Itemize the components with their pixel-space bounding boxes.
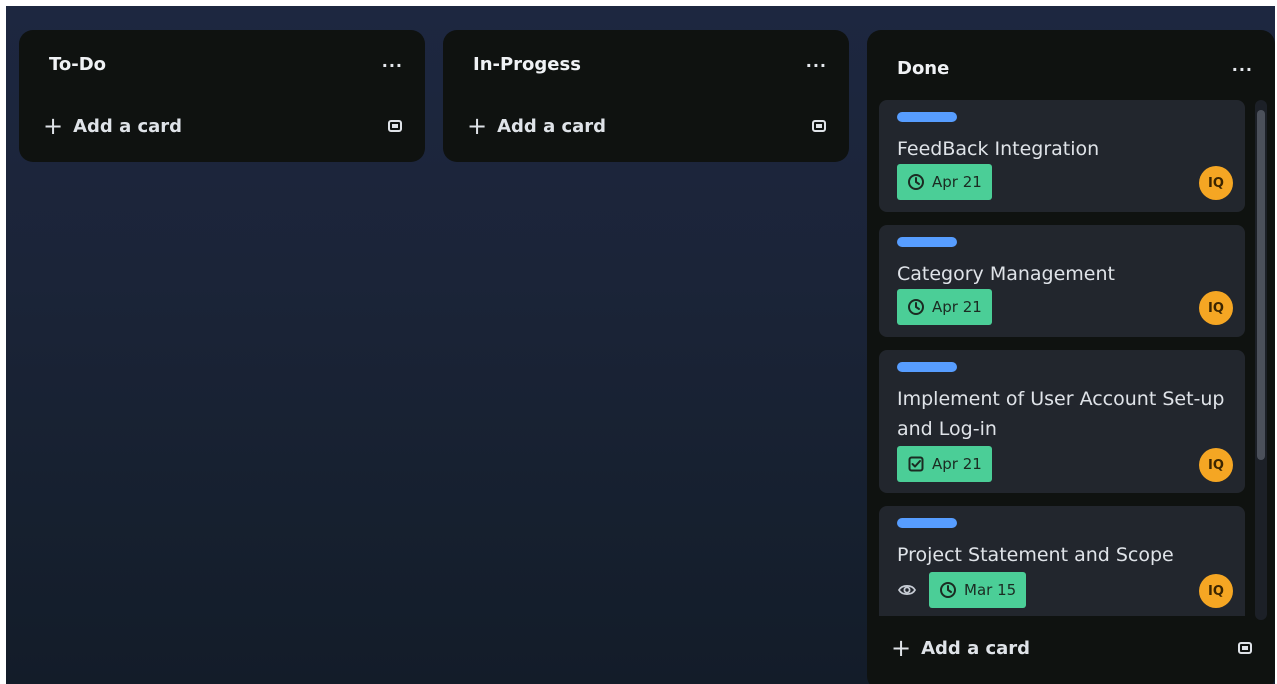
add-card-button[interactable]: + Add a card [43,114,182,138]
card-label[interactable] [897,362,957,372]
scrollbar-thumb[interactable] [1257,110,1265,460]
due-date-text: Apr 21 [932,173,982,191]
card[interactable]: FeedBack Integration Apr 21 IQ [879,100,1245,212]
checkbox-icon [908,456,924,472]
avatar[interactable]: IQ [1199,291,1233,325]
add-card-label: Add a card [921,637,1031,659]
plus-icon: + [43,112,64,140]
clock-icon [908,299,924,315]
due-date-text: Apr 21 [932,298,982,316]
due-date-badge[interactable]: Apr 21 [897,289,992,325]
clock-icon [908,174,924,190]
due-date-text: Mar 15 [964,581,1017,599]
plus-icon: + [891,634,912,662]
card-title: Implement of User Account Set-up and Log… [897,388,1225,440]
add-card-label: Add a card [497,115,607,137]
due-date-badge[interactable]: Apr 21 [897,164,992,200]
list-todo: To-Do ... + Add a card [19,30,425,162]
card[interactable]: Project Statement and Scope Mar 15 IQ [879,506,1245,616]
due-date-badge[interactable]: Apr 21 [897,446,992,482]
add-card-button[interactable]: + Add a card [467,114,606,138]
list-done: Done ... FeedBack Integration Apr 21 IQ [867,30,1275,684]
avatar[interactable]: IQ [1199,574,1233,608]
card[interactable]: Category Management Apr 21 IQ [879,225,1245,337]
cards-scrollbar[interactable] [1255,100,1267,620]
list-in-progress: In-Progess ... + Add a card [443,30,849,162]
list-title[interactable]: Done [897,58,949,79]
card-label[interactable] [897,237,957,247]
eye-icon [897,580,917,600]
card-template-icon[interactable] [387,118,403,134]
board: To-Do ... + Add a card In-Progess ... + … [6,6,1275,684]
due-date-badge[interactable]: Mar 15 [929,572,1027,608]
card-title: Category Management [897,263,1115,285]
list-menu-button[interactable]: ... [806,52,827,71]
clock-icon [940,582,956,598]
add-card-button[interactable]: + Add a card [891,636,1030,660]
plus-icon: + [467,112,488,140]
avatar[interactable]: IQ [1199,448,1233,482]
card-title: FeedBack Integration [897,138,1100,160]
add-card-label: Add a card [73,115,183,137]
card-template-icon[interactable] [811,118,827,134]
card[interactable]: Implement of User Account Set-up and Log… [879,350,1245,493]
list-title[interactable]: In-Progess [473,54,581,75]
due-date-text: Apr 21 [932,455,982,473]
card-template-icon[interactable] [1237,640,1253,656]
list-title[interactable]: To-Do [49,54,106,75]
card-title: Project Statement and Scope [897,544,1174,566]
avatar[interactable]: IQ [1199,166,1233,200]
card-list: FeedBack Integration Apr 21 IQ Category … [879,100,1245,616]
list-menu-button[interactable]: ... [382,52,403,71]
card-label[interactable] [897,112,957,122]
list-menu-button[interactable]: ... [1232,56,1253,75]
card-label[interactable] [897,518,957,528]
